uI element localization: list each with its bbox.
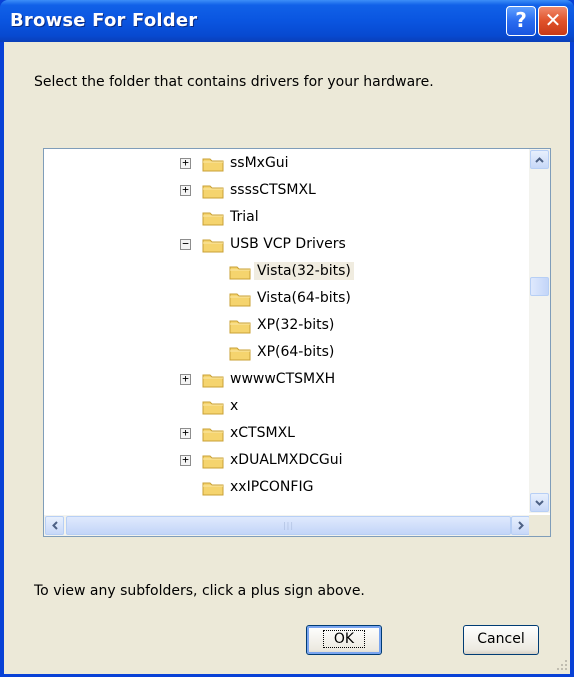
help-icon: ?: [515, 8, 527, 32]
collapse-icon[interactable]: −: [180, 238, 191, 250]
chevron-down-icon: [535, 499, 544, 506]
vertical-scrollbar[interactable]: [529, 149, 550, 513]
tree-item-label: wwwwCTSMXH: [230, 371, 336, 387]
tree-item-label: USB VCP Drivers: [230, 236, 346, 252]
horizontal-scroll-thumb[interactable]: |||: [66, 516, 511, 535]
folder-icon: [202, 455, 224, 469]
tree-item-label: Trial: [230, 209, 259, 225]
cancel-button[interactable]: Cancel: [463, 625, 539, 655]
chevron-right-icon: [517, 521, 524, 530]
expand-icon[interactable]: +: [180, 184, 191, 196]
folder-icon: [202, 158, 224, 172]
expand-icon[interactable]: +: [180, 454, 191, 466]
scroll-up-button[interactable]: [530, 150, 549, 169]
folder-icon: [202, 428, 224, 442]
vertical-scroll-thumb[interactable]: [530, 277, 549, 296]
tree-item-label: Vista(64-bits): [257, 290, 351, 306]
folder-icon: [229, 320, 251, 334]
tree-item-label: ssMxGui: [230, 155, 289, 171]
tree-item-label: Vista(32-bits): [254, 262, 354, 280]
expand-icon[interactable]: +: [180, 157, 191, 169]
tree-item-selected[interactable]: Vista(32-bits): [44, 259, 524, 285]
tree-item-label: xxIPCONFIG: [230, 479, 314, 495]
resize-grip-icon[interactable]: [556, 659, 568, 671]
tree-item[interactable]: x: [44, 394, 524, 420]
chevron-left-icon: [51, 521, 58, 530]
tree-item[interactable]: xxIPCONFIG: [44, 475, 524, 501]
folder-icon: [229, 347, 251, 361]
folder-icon: [202, 401, 224, 415]
tree-item[interactable]: XP(64-bits): [44, 340, 524, 366]
tree-item-label: XP(64-bits): [257, 344, 335, 360]
expand-icon[interactable]: +: [180, 373, 191, 385]
folder-icon: [202, 374, 224, 388]
hint-text: To view any subfolders, click a plus sig…: [34, 583, 365, 599]
tree-item[interactable]: Vista(64-bits): [44, 286, 524, 312]
tree-item[interactable]: + wwwwCTSMXH: [44, 367, 524, 393]
help-button[interactable]: ?: [506, 6, 536, 36]
tree-item[interactable]: + ssssCTSMXL: [44, 178, 524, 204]
tree-item[interactable]: + xCTSMXL: [44, 421, 524, 447]
tree-item[interactable]: XP(32-bits): [44, 313, 524, 339]
scroll-right-button[interactable]: [511, 516, 530, 535]
folder-icon: [202, 482, 224, 496]
tree-item-label: xCTSMXL: [230, 425, 295, 441]
tree-item-label: ssssCTSMXL: [230, 182, 316, 198]
tree-item[interactable]: + ssMxGui: [44, 151, 524, 177]
ok-button-label: OK: [322, 630, 366, 648]
tree-item[interactable]: + xDUALMXDCGui: [44, 448, 524, 474]
cancel-button-label: Cancel: [477, 631, 525, 647]
tree-item[interactable]: − USB VCP Drivers: [44, 232, 524, 258]
tree-item-label: x: [230, 398, 239, 414]
close-button[interactable]: ✕: [538, 6, 568, 36]
scrollbar-corner: [529, 515, 550, 536]
folder-icon: [202, 212, 224, 226]
folder-icon: [229, 293, 251, 307]
title-bar[interactable]: Browse For Folder ? ✕: [0, 0, 574, 42]
browse-for-folder-window: Browse For Folder ? ✕ Select the folder …: [0, 0, 574, 677]
horizontal-scrollbar[interactable]: |||: [44, 515, 531, 536]
ok-button[interactable]: OK: [306, 625, 382, 655]
folder-tree[interactable]: + ssMxGui + ssssCTSMXL Trial − USB VCP D…: [43, 148, 551, 537]
chevron-up-icon: [535, 156, 544, 163]
tree-item-label: xDUALMXDCGui: [230, 452, 343, 468]
scroll-down-button[interactable]: [530, 493, 549, 512]
window-title: Browse For Folder: [10, 10, 198, 31]
instruction-text: Select the folder that contains drivers …: [34, 74, 434, 90]
folder-icon: [229, 266, 251, 280]
folder-open-icon: [202, 239, 224, 253]
scroll-left-button[interactable]: [45, 516, 64, 535]
folder-icon: [202, 185, 224, 199]
tree-item-label: XP(32-bits): [257, 317, 335, 333]
expand-icon[interactable]: +: [180, 427, 191, 439]
tree-item[interactable]: Trial: [44, 205, 524, 231]
close-icon: ✕: [544, 8, 562, 32]
